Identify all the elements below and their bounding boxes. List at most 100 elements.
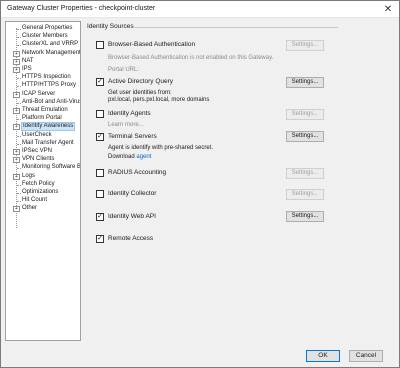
agent-download-link[interactable]: agent: [136, 154, 151, 160]
check-icon: ✓: [97, 235, 103, 242]
title-bar: Gateway Cluster Properties - checkpoint-…: [1, 1, 399, 18]
identity-agents-checkbox[interactable]: [96, 110, 104, 118]
navigation-tree: General Properties Cluster Members Cluster…: [5, 21, 81, 341]
identity-collector-checkbox[interactable]: [96, 190, 104, 198]
expand-icon[interactable]: +: [13, 157, 20, 164]
radius-label: RADIUS Accounting: [108, 169, 167, 176]
expand-icon[interactable]: +: [13, 173, 20, 180]
tree-item-label: UserCheck: [22, 131, 52, 138]
tree-item-label: ClusterXL and VRRP: [22, 41, 79, 48]
tree-item-label: Network Management: [22, 49, 81, 56]
tree-item-label: IPSec VPN: [22, 148, 53, 154]
ad-query-line1: Get user identities from:: [108, 90, 172, 96]
tree-item-label: IPS: [22, 66, 32, 72]
tree-item[interactable]: UserCheck: [6, 131, 80, 139]
tree-item[interactable]: Fetch Policy: [6, 181, 80, 188]
portal-url-label: Portal URL:: [108, 67, 140, 73]
terminal-servers-settings-button[interactable]: Settings...: [286, 131, 324, 142]
terminal-servers-checkbox[interactable]: ✓: [96, 133, 104, 141]
tree-item[interactable]: Mail Transfer Agent: [6, 139, 80, 147]
tree-item-label: ICAP Server: [22, 90, 56, 97]
tree-branch-line: [17, 37, 21, 39]
tree-item-label: Other: [22, 205, 38, 212]
tree-branch-line: [17, 201, 21, 203]
tree-branch-line: [17, 184, 21, 186]
tree-item-label: General Properties: [22, 25, 73, 31]
tree-branch-line: [17, 135, 21, 137]
expand-icon[interactable]: +: [13, 91, 20, 98]
radius-checkbox[interactable]: [96, 169, 104, 177]
expand-icon[interactable]: +: [13, 58, 20, 65]
expand-icon[interactable]: +: [13, 206, 20, 213]
tree-branch-line: [17, 193, 21, 194]
tree-item[interactable]: + Other: [6, 205, 80, 213]
tree-item-label: Optimizations: [22, 189, 59, 195]
tree-item[interactable]: Cluster Members: [6, 33, 80, 40]
tree-item-label: Monitoring Software Bla: [22, 164, 81, 171]
tree-item-label: VPN Clients: [22, 156, 55, 163]
expand-icon[interactable]: +: [13, 108, 20, 114]
terminal-servers-label: Terminal Servers: [108, 133, 157, 140]
cancel-button[interactable]: Cancel: [349, 350, 383, 362]
identity-web-api-settings-button[interactable]: Settings...: [286, 211, 324, 222]
tree-item-label: Hit Count: [22, 197, 48, 204]
tree-item-label: Anti-Bot and Anti-Virus: [22, 98, 81, 105]
expand-icon[interactable]: +: [13, 124, 20, 131]
identity-sources-panel: Identity Sources Browser-Based Authentic…: [87, 23, 397, 343]
tree-item[interactable]: + Threat Emulation: [6, 107, 80, 114]
ad-query-label: Active Directory Query: [108, 78, 174, 85]
ok-button[interactable]: OK: [306, 350, 340, 362]
expand-icon[interactable]: +: [13, 50, 20, 57]
tree-item-label: Platform Portal: [22, 115, 62, 122]
tree-item[interactable]: + Identity Awareness: [6, 122, 80, 132]
browser-auth-note: Browser-Based Authentication is not enab…: [108, 55, 274, 61]
tree-item[interactable]: + Network Management: [6, 49, 81, 57]
tree-item-label: Cluster Members: [22, 33, 68, 40]
download-label: Download: [108, 154, 135, 160]
tree-item[interactable]: + ICAP Server: [6, 90, 80, 98]
learn-more-link[interactable]: Learn more...: [108, 122, 144, 128]
tree-item[interactable]: + VPN Clients: [6, 156, 80, 164]
radius-settings-button[interactable]: Settings...: [286, 168, 324, 179]
browser-auth-label: Browser-Based Authentication: [108, 41, 196, 48]
group-divider: [134, 27, 338, 28]
check-icon: ✓: [97, 78, 103, 85]
ad-query-checkbox[interactable]: ✓: [96, 78, 104, 86]
close-icon[interactable]: ✕: [377, 1, 399, 17]
tree-item-label: NAT: [22, 57, 34, 64]
group-title: Identity Sources: [87, 23, 134, 30]
tree-branch-line: [17, 143, 21, 145]
expand-icon[interactable]: +: [13, 149, 20, 155]
tree-item[interactable]: ClusterXL and VRRP: [6, 41, 80, 48]
remote-access-label: Remote Access: [108, 235, 154, 242]
browser-auth-checkbox[interactable]: [96, 41, 104, 49]
tree-item[interactable]: + IPSec VPN: [6, 148, 80, 155]
tree-item[interactable]: Hit Count: [6, 197, 80, 204]
expand-icon[interactable]: +: [13, 67, 20, 73]
ad-query-settings-button[interactable]: Settings...: [286, 77, 324, 88]
tree-branch-line: [17, 29, 21, 30]
tree-item-label: Mail Transfer Agent: [22, 139, 74, 146]
tree-branch-line: [17, 78, 21, 80]
browser-auth-settings-button[interactable]: Settings...: [286, 40, 324, 51]
identity-collector-settings-button[interactable]: Settings...: [286, 189, 324, 200]
tree-item[interactable]: Anti-Bot and Anti-Virus: [6, 98, 81, 106]
identity-agents-settings-button[interactable]: Settings...: [286, 109, 324, 120]
tree-item[interactable]: + NAT: [6, 57, 80, 65]
tree-item[interactable]: HTTP/HTTPS Proxy: [6, 82, 80, 89]
tree-branch-line: [17, 119, 21, 121]
tree-item[interactable]: Platform Portal: [6, 115, 80, 122]
tree-item[interactable]: HTTPS Inspection: [6, 74, 80, 81]
ad-query-domains: pxl.local, pers.pxl.local, more domains: [108, 97, 210, 103]
tree-item[interactable]: + Logs: [6, 173, 80, 180]
tree-item-label: Identity Awareness: [20, 122, 76, 132]
remote-access-checkbox[interactable]: ✓: [96, 235, 104, 243]
tree-branch-line: [17, 102, 21, 104]
tree-branch-line: [17, 86, 21, 88]
tree-item[interactable]: Monitoring Software Bla: [6, 164, 81, 171]
identity-web-api-checkbox[interactable]: ✓: [96, 213, 104, 221]
tree-item[interactable]: Optimizations: [6, 189, 80, 196]
tree-item[interactable]: General Properties: [6, 25, 80, 32]
check-icon: ✓: [97, 133, 103, 140]
tree-item[interactable]: + IPS: [6, 66, 80, 73]
